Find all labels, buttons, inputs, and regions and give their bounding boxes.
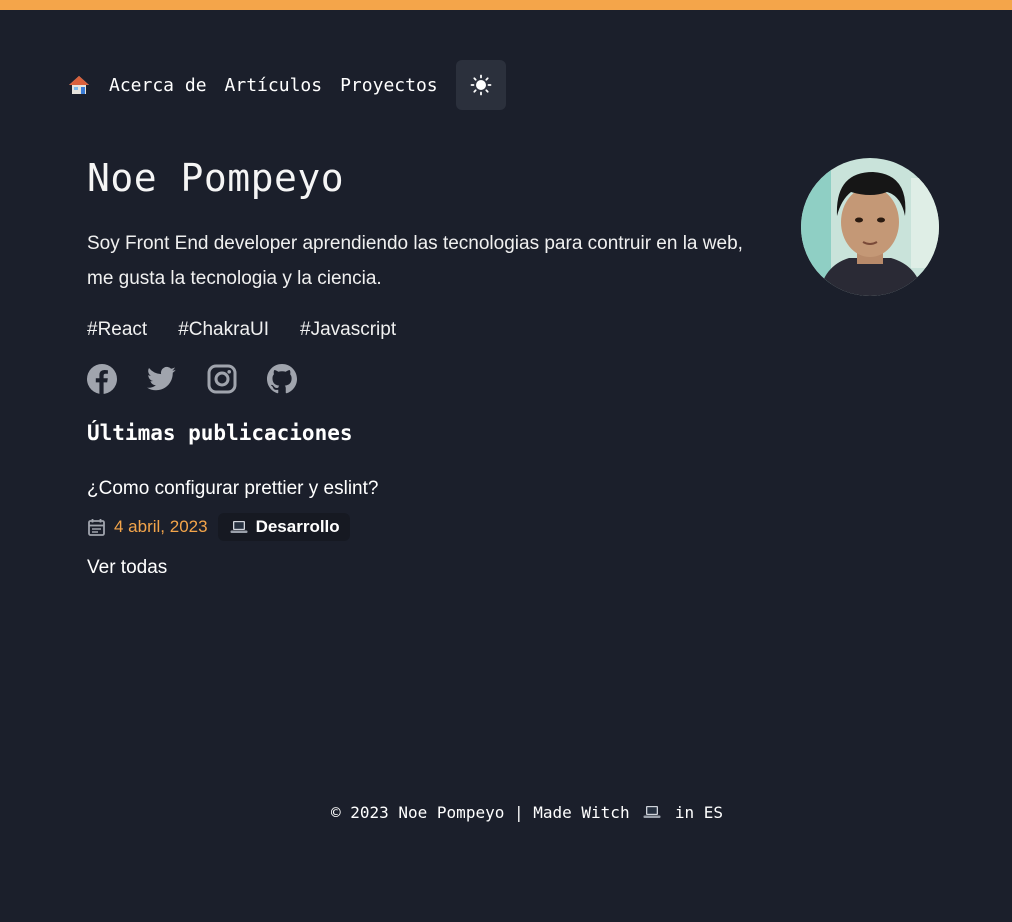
avatar xyxy=(801,158,939,296)
calendar-icon xyxy=(88,518,105,536)
github-icon[interactable] xyxy=(267,364,297,394)
laptop-icon xyxy=(230,521,248,533)
category-label: Desarrollo xyxy=(255,517,340,536)
house-icon[interactable] xyxy=(68,74,90,96)
social-links xyxy=(87,364,327,394)
laptop-icon xyxy=(643,806,661,818)
post-date: 4 abril, 2023 xyxy=(114,517,208,536)
category-badge[interactable]: Desarrollo xyxy=(217,513,350,541)
post-link[interactable]: ¿Como configurar prettier y eslint? xyxy=(87,476,378,502)
nav-link-articles[interactable]: Artículos xyxy=(225,75,323,96)
facebook-icon[interactable] xyxy=(87,364,117,394)
sun-icon xyxy=(470,74,492,96)
latest-posts-heading: Últimas publicaciones xyxy=(87,421,353,445)
main-nav: Acerca de Artículos Proyectos xyxy=(68,60,506,110)
footer: © 2023 Noe Pompeyo | Made Witch in ES xyxy=(0,801,1012,825)
bio-text: Soy Front End developer aprendiendo las … xyxy=(87,233,743,289)
nav-link-projects[interactable]: Proyectos xyxy=(340,75,438,96)
theme-toggle-button[interactable] xyxy=(455,60,506,110)
top-accent-bar xyxy=(0,0,1012,10)
footer-copyright: © 2023 Noe Pompeyo | Made Witch xyxy=(330,803,630,822)
footer-suffix: in ES xyxy=(674,803,724,822)
post-meta: 4 abril, 2023 Desarrollo xyxy=(87,512,350,542)
twitter-icon[interactable] xyxy=(147,364,177,394)
tag-react: #React xyxy=(87,319,148,340)
see-all-link[interactable]: Ver todas xyxy=(87,555,167,581)
nav-link-about[interactable]: Acerca de xyxy=(109,75,207,96)
page-title: Noe Pompeyo xyxy=(87,156,345,200)
tag-list: #React #ChakraUI #Javascript xyxy=(87,318,427,342)
instagram-icon[interactable] xyxy=(207,364,237,394)
tag-javascript: #Javascript xyxy=(300,319,397,340)
tag-chakraui: #ChakraUI xyxy=(178,319,270,340)
